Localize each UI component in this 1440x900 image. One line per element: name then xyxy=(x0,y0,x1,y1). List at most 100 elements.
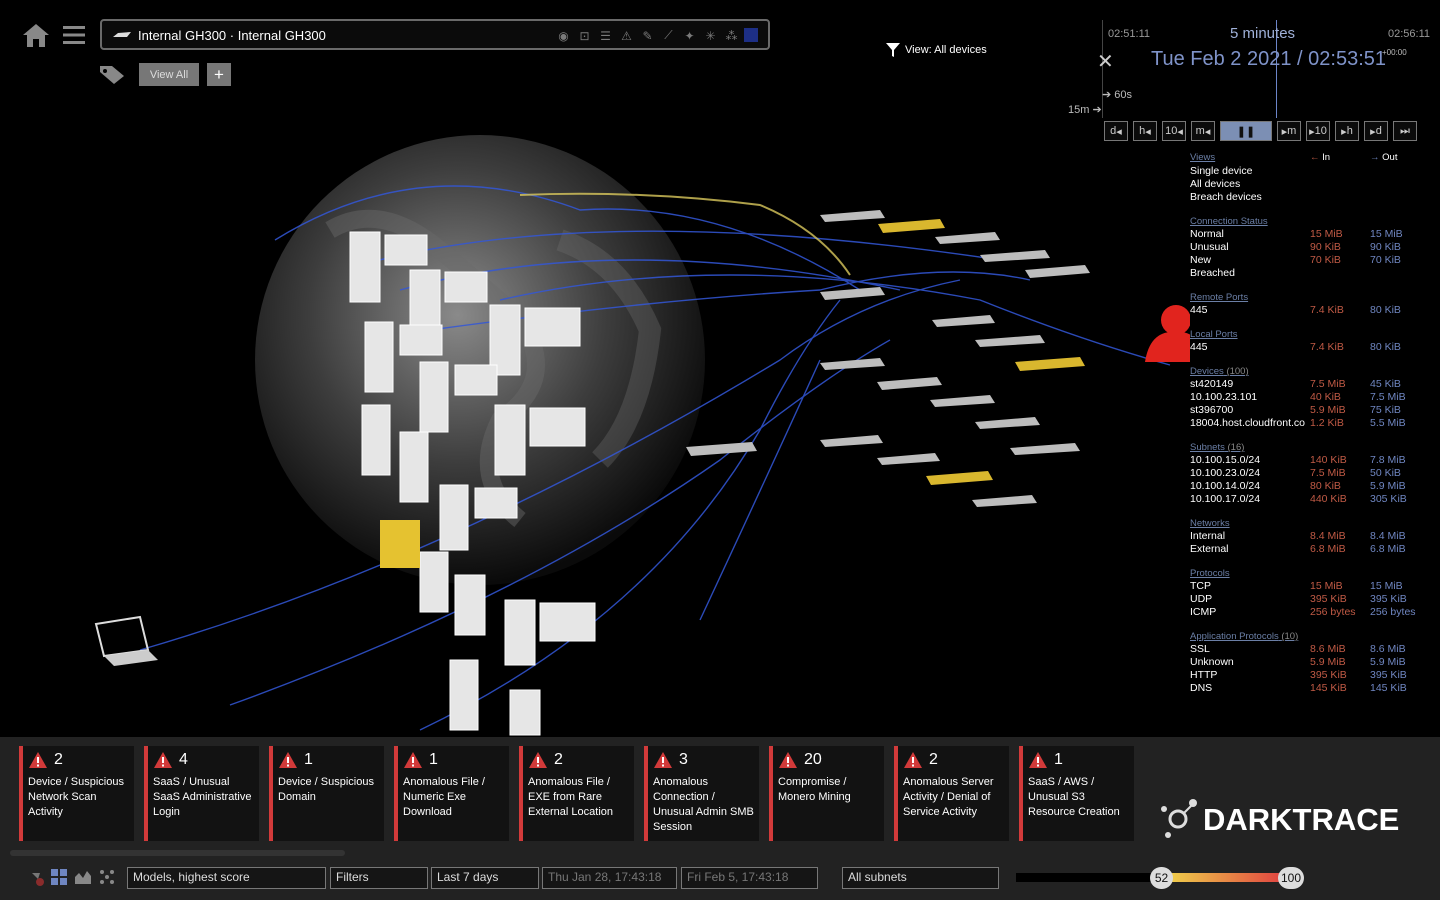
alert-card[interactable]: 2 Anomalous File / EXE from Rare Externa… xyxy=(519,746,634,841)
stat-row[interactable]: SSL 8.6 MiB 8.6 MiB xyxy=(1190,643,1435,656)
stat-out-value: 395 KiB xyxy=(1370,669,1407,681)
view-option[interactable]: All devices xyxy=(1190,178,1435,191)
fwd-minute-button[interactable]: ▸ m xyxy=(1277,121,1301,141)
stat-row[interactable]: 10.100.23.0/24 7.5 MiB 50 KiB xyxy=(1190,467,1435,480)
section-title[interactable]: Protocols xyxy=(1190,568,1435,579)
back-day-button[interactable]: d ◂ xyxy=(1104,121,1128,141)
stat-row[interactable]: 18004.host.cloudfront.co 1.2 KiB 5.5 MiB xyxy=(1190,417,1435,430)
alert-card[interactable]: 20 Compromise / Monero Mining xyxy=(769,746,884,841)
interval-15m[interactable]: 15m ➔ xyxy=(1068,103,1102,116)
stat-row[interactable]: TCP 15 MiB 15 MiB xyxy=(1190,580,1435,593)
stat-row[interactable]: Internal 8.4 MiB 8.4 MiB xyxy=(1190,530,1435,543)
stat-row[interactable]: Unknown 5.9 MiB 5.9 MiB xyxy=(1190,656,1435,669)
stat-row[interactable]: st396700 5.9 MiB 75 KiB xyxy=(1190,404,1435,417)
section-title[interactable]: Local Ports xyxy=(1190,329,1435,340)
model-icon[interactable]: ◉ xyxy=(555,27,572,44)
score-min-handle[interactable]: 52 xyxy=(1150,867,1173,889)
interval-60s[interactable]: ➔ 60s xyxy=(1102,88,1132,101)
tag-icon[interactable] xyxy=(98,63,128,85)
stat-row[interactable]: HTTP 395 KiB 395 KiB xyxy=(1190,669,1435,682)
subnet-select[interactable]: All subnets xyxy=(842,867,999,889)
device-selector[interactable]: Internal GH300 · Internal GH300 ◉ ⊡ ☰ ⚠ … xyxy=(100,19,770,50)
section-title[interactable]: Application Protocols (10) xyxy=(1190,631,1435,642)
chart-view-icon[interactable] xyxy=(74,869,92,885)
stat-row[interactable]: Normal 15 MiB 15 MiB xyxy=(1190,228,1435,241)
view-option[interactable]: Breach devices xyxy=(1190,191,1435,204)
stat-row[interactable]: 10.100.23.101 40 KiB 7.5 MiB xyxy=(1190,391,1435,404)
pause-button[interactable]: ❚❚ xyxy=(1220,121,1272,141)
view-all-button[interactable]: View All xyxy=(139,63,199,86)
current-time: Tue Feb 2 2021 / 02:53:51 xyxy=(1151,48,1386,70)
stat-in-value: 8.6 MiB xyxy=(1310,643,1346,655)
stat-row[interactable]: ICMP 256 bytes 256 bytes xyxy=(1190,606,1435,619)
cluster-view-icon[interactable] xyxy=(98,868,116,886)
alert-card[interactable]: 2 Anomalous Server Activity / Denial of … xyxy=(894,746,1009,841)
close-icon[interactable]: ✕ xyxy=(1097,49,1114,74)
alert-scrollbar[interactable] xyxy=(10,850,345,856)
stat-row[interactable]: 445 7.4 KiB 80 KiB xyxy=(1190,341,1435,354)
section-title[interactable]: Connection Status xyxy=(1190,216,1435,227)
stat-row[interactable]: New 70 KiB 70 KiB xyxy=(1190,254,1435,267)
alert-card[interactable]: 2 Device / Suspicious Network Scan Activ… xyxy=(19,746,134,841)
warning-icon[interactable]: ⚠ xyxy=(618,27,635,44)
warning-icon xyxy=(154,752,172,768)
stat-row[interactable]: Unusual 90 KiB 90 KiB xyxy=(1190,241,1435,254)
stat-row[interactable]: 10.100.17.0/24 440 KiB 305 KiB xyxy=(1190,493,1435,506)
pen-icon[interactable]: ✎ xyxy=(639,27,656,44)
skip-end-button[interactable]: ⏭ xyxy=(1393,121,1417,141)
stat-row[interactable]: 445 7.4 KiB 80 KiB xyxy=(1190,304,1435,317)
section-title[interactable]: Remote Ports xyxy=(1190,292,1435,303)
alert-card[interactable]: 3 Anomalous Connection / Unusual Admin S… xyxy=(644,746,759,841)
view-option[interactable]: Single device xyxy=(1190,165,1435,178)
alert-name: Anomalous Connection / Unusual Admin SMB… xyxy=(653,776,754,833)
color-swatch[interactable] xyxy=(744,28,758,42)
filters-select[interactable]: Filters xyxy=(330,867,428,889)
time-window: 5 minutes xyxy=(1230,25,1296,42)
views-title[interactable]: Views xyxy=(1190,152,1215,163)
sort-select[interactable]: Models, highest score xyxy=(127,867,326,889)
alert-card[interactable]: 4 SaaS / Unusual SaaS Administrative Log… xyxy=(144,746,259,841)
model-filter-icon[interactable] xyxy=(30,869,46,887)
add-tag-button[interactable]: + xyxy=(207,63,231,86)
stat-row[interactable]: 10.100.15.0/24 140 KiB 7.8 MiB xyxy=(1190,454,1435,467)
alert-card[interactable]: 1 Anomalous File / Numeric Exe Download xyxy=(394,746,509,841)
section-title[interactable]: Subnets (16) xyxy=(1190,442,1435,453)
logo-text: DARKTRACE xyxy=(1203,802,1399,837)
alert-card[interactable]: 1 Device / Suspicious Domain xyxy=(269,746,384,841)
grid-view-icon[interactable] xyxy=(51,869,67,885)
list-icon[interactable]: ☰ xyxy=(597,27,614,44)
fwd-hour-button[interactable]: ▸ h xyxy=(1335,121,1359,141)
score-max-handle[interactable]: 100 xyxy=(1278,867,1304,889)
network-visualization[interactable] xyxy=(0,95,1190,737)
device-summary-icon[interactable]: ⊡ xyxy=(576,27,593,44)
stat-label: Breached xyxy=(1190,267,1235,279)
date-from-field[interactable]: Thu Jan 28, 17:43:18 xyxy=(542,867,677,889)
view-filter[interactable]: View: All devices xyxy=(886,42,987,58)
back-hour-button[interactable]: h ◂ xyxy=(1133,121,1157,141)
back-10-button[interactable]: 10 ◂ xyxy=(1162,121,1186,141)
network-icon[interactable]: ✳ xyxy=(702,27,719,44)
stat-row[interactable]: Breached xyxy=(1190,267,1435,280)
graph-icon[interactable]: ⁂ xyxy=(723,27,740,44)
stat-row[interactable]: DNS 145 KiB 145 KiB xyxy=(1190,682,1435,695)
alert-card[interactable]: 1 SaaS / AWS / Unusual S3 Resource Creat… xyxy=(1019,746,1134,841)
stat-out-value: 80 KiB xyxy=(1370,304,1401,316)
date-range-select[interactable]: Last 7 days xyxy=(431,867,539,889)
section-title[interactable]: Devices (100) xyxy=(1190,366,1435,377)
chart-icon[interactable]: ⟋ xyxy=(660,27,677,44)
menu-icon[interactable] xyxy=(63,25,85,45)
puzzle-icon[interactable]: ✦ xyxy=(681,27,698,44)
section-title-label: Local Ports xyxy=(1190,329,1238,340)
stat-row[interactable]: External 6.8 MiB 6.8 MiB xyxy=(1190,543,1435,556)
stat-row[interactable]: UDP 395 KiB 395 KiB xyxy=(1190,593,1435,606)
date-to-field[interactable]: Fri Feb 5, 17:43:18 xyxy=(681,867,818,889)
back-minute-button[interactable]: m ◂ xyxy=(1191,121,1215,141)
stat-row[interactable]: st420149 7.5 MiB 45 KiB xyxy=(1190,378,1435,391)
warning-icon xyxy=(529,752,547,768)
stat-row[interactable]: 10.100.14.0/24 80 KiB 5.9 MiB xyxy=(1190,480,1435,493)
section-title[interactable]: Networks xyxy=(1190,518,1435,529)
fwd-day-button[interactable]: ▸ d xyxy=(1364,121,1388,141)
home-icon[interactable] xyxy=(22,22,50,48)
alert-header: 1 xyxy=(403,751,505,769)
fwd-10-button[interactable]: ▸ 10 xyxy=(1306,121,1330,141)
